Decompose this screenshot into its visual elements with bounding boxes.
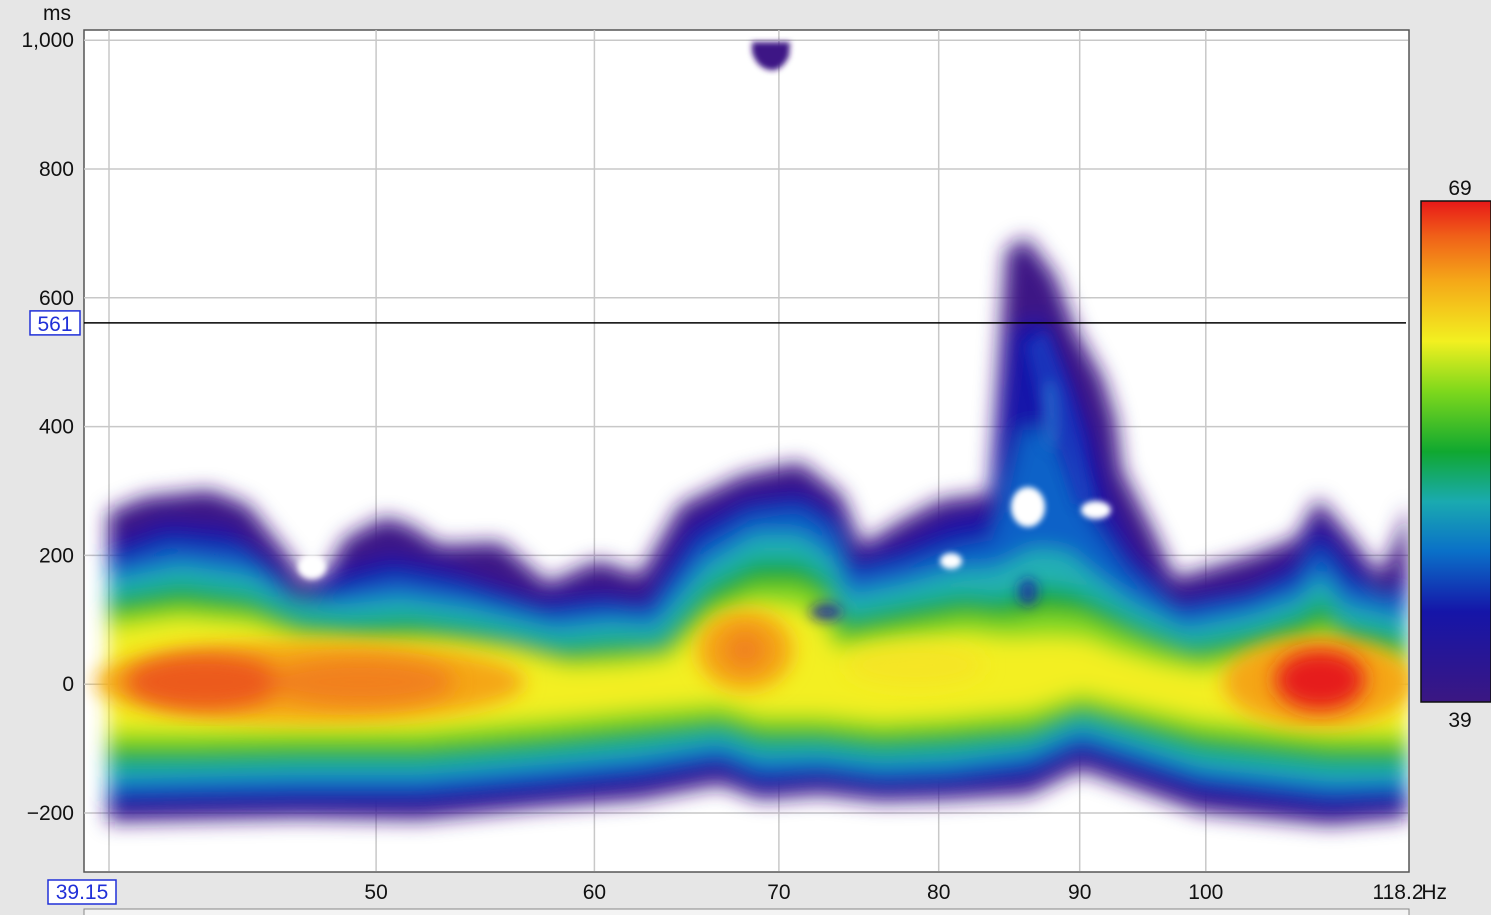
hole-47 [298,555,326,579]
core-red-mid [265,658,455,706]
y-tick-label-800: 800 [39,158,74,181]
svg-text:39.15: 39.15 [56,881,109,904]
waterfall-chart: 50 60 70 80 90 100 118.2Hz −200 0 200 400 600 800 1,… [21,2,1491,915]
x-tick-label-80: 80 [927,881,950,904]
x-tick-label-60: 60 [583,881,606,904]
x-max-label: 118.2 [1373,881,1424,904]
arm-light [1041,380,1059,450]
y-unit-label: ms [43,2,71,25]
dip-86 [1018,578,1038,606]
x-tick-label-100: 100 [1188,881,1223,904]
bottom-strip [83,908,1410,915]
y-tick-label-200: 200 [39,544,74,567]
y-axis: −200 0 200 400 600 800 1,000 ms [21,2,74,825]
y-tick-label-0: 0 [62,673,74,696]
y-tick-label-1000: 1,000 [21,29,74,52]
y-tick-label-400: 400 [39,416,74,439]
colorbar [1420,200,1491,703]
x-tick-label-50: 50 [364,881,387,904]
colorbar-max-label: 69 [1448,177,1471,200]
x-tick-label-90: 90 [1068,881,1091,904]
dip-72 [810,604,842,620]
hole-81 [940,553,962,569]
cursor-time-box[interactable]: 561 [29,310,81,336]
core-red-110 [1275,650,1365,710]
svg-text:561: 561 [37,313,72,336]
hole-86 [1011,487,1045,527]
core-yellow-80 [845,643,985,687]
y-tick-label--200: −200 [27,802,74,825]
x-unit-label: Hz [1421,881,1447,904]
colorbar-min-label: 39 [1448,709,1471,732]
x-axis: 50 60 70 80 90 100 118.2Hz [364,881,1447,904]
core-red-low [125,654,285,710]
y-tick-label-600: 600 [39,287,74,310]
x-tick-label-70: 70 [767,881,790,904]
hole-91 [1081,501,1111,519]
x-min-box[interactable]: 39.15 [47,879,117,905]
core-red-68 [723,630,767,670]
